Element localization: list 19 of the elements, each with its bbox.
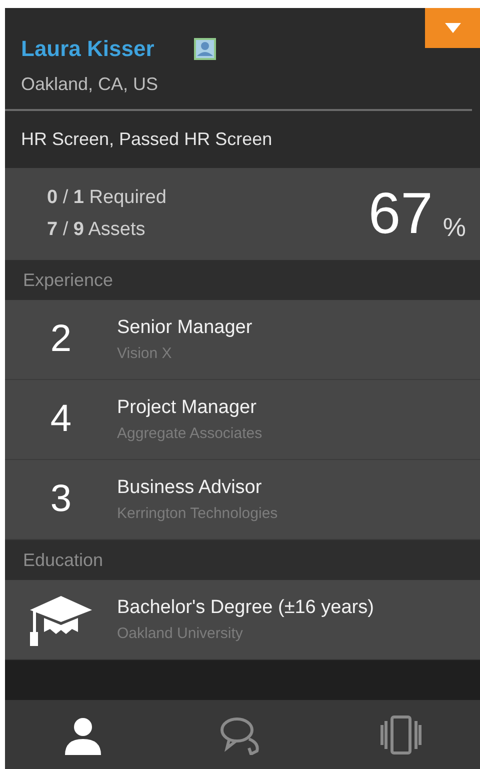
job-title: Business Advisor	[117, 477, 263, 499]
percent-sign: %	[442, 212, 466, 243]
match-percent: 67	[368, 185, 433, 243]
candidate-location: Oakland, CA, US	[21, 74, 160, 95]
job-title: Senior Manager	[117, 317, 252, 339]
profile-badge-icon	[194, 38, 216, 60]
graduation-cap-icon	[28, 594, 94, 646]
candidate-name: Laura Kisser	[21, 36, 154, 62]
job-title: Project Manager	[117, 397, 258, 419]
caret-icon	[444, 23, 460, 33]
years-count: 3	[50, 478, 72, 521]
dropdown-button[interactable]	[425, 8, 480, 48]
stat-line: 7 / 9 Assets	[47, 219, 146, 241]
stat-line: 0 / 1 Required	[47, 187, 166, 209]
degree-title: Bachelor's Degree (±16 years)	[117, 597, 374, 619]
cards-icon	[380, 714, 422, 754]
years-count: 2	[50, 318, 72, 361]
years-count: 4	[50, 398, 72, 441]
candidate-status: HR Screen, Passed HR Screen	[20, 128, 274, 151]
